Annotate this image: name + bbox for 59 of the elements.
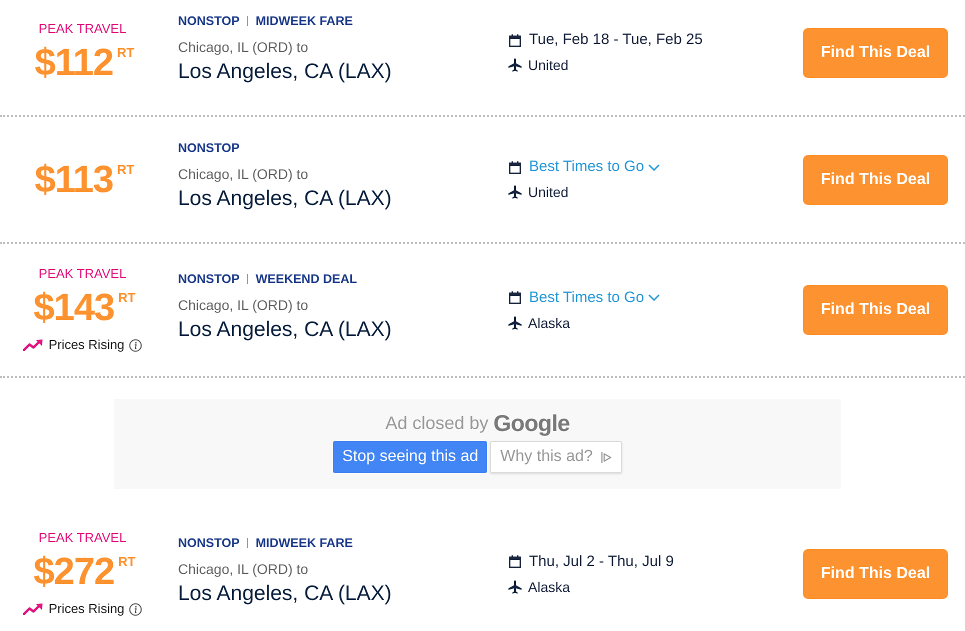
chevron-down-icon <box>648 294 660 301</box>
find-deal-button[interactable]: Find This Deal <box>803 285 948 335</box>
fare-type-label: NONSTOP <box>178 534 240 552</box>
stop-seeing-ad-button[interactable]: Stop seeing this ad <box>333 441 488 473</box>
price-text: $112 <box>34 40 114 84</box>
peak-travel-label: PEAK TRAVEL <box>38 266 126 282</box>
destination-text: Los Angeles, CA (LAX) <box>178 59 392 85</box>
calendar-icon <box>509 291 521 304</box>
origin-text: Chicago, IL (ORD) to <box>178 38 308 56</box>
round-trip-label: RT <box>118 291 136 305</box>
round-trip-label: RT <box>117 162 134 176</box>
fare-type-label: MIDWEEK FARE <box>256 534 353 552</box>
fare-type-label: MIDWEEK FARE <box>256 13 353 30</box>
date-range-text: Tue, Feb 18 - Tue, Feb 25 <box>529 30 703 50</box>
airplane-icon <box>508 185 522 199</box>
round-trip-label: RT <box>117 46 134 60</box>
info-icon[interactable] <box>129 338 142 352</box>
calendar-icon <box>509 160 521 174</box>
find-deal-button[interactable]: Find This Deal <box>803 549 948 599</box>
fare-type-label: WEEKEND DEAL <box>256 270 357 288</box>
airplane-icon <box>508 316 522 330</box>
peak-travel-label: PEAK TRAVEL <box>38 530 126 546</box>
date-range-text: Thu, Jul 2 - Thu, Jul 9 <box>529 552 674 572</box>
best-times-dropdown[interactable]: Best Times to Go <box>529 157 660 177</box>
peak-travel-label: PEAK TRAVEL <box>38 20 126 36</box>
airplane-icon <box>508 580 522 594</box>
find-deal-button[interactable]: Find This Deal <box>803 28 948 78</box>
destination-text: Los Angeles, CA (LAX) <box>178 316 392 342</box>
fare-type-label: NONSTOP <box>178 270 240 288</box>
origin-text: Chicago, IL (ORD) to <box>178 560 308 578</box>
price-text: $143 <box>34 286 114 330</box>
airline-name: Alaska <box>528 314 570 332</box>
airline-name: United <box>528 56 568 75</box>
fare-type-label: NONSTOP <box>178 140 240 157</box>
price-text: $272 <box>34 550 114 594</box>
google-wordmark: Google <box>493 410 570 436</box>
calendar-icon <box>509 34 521 46</box>
calendar-icon <box>509 555 521 568</box>
destination-text: Los Angeles, CA (LAX) <box>178 580 392 606</box>
airline-name: United <box>528 183 568 202</box>
trend-up-icon <box>22 339 43 351</box>
trend-up-icon <box>22 603 43 615</box>
fare-type-label: NONSTOP <box>178 13 240 30</box>
info-icon[interactable] <box>129 602 142 616</box>
play-icon <box>600 450 612 464</box>
best-times-dropdown[interactable]: Best Times to Go <box>529 288 660 308</box>
destination-text: Los Angeles, CA (LAX) <box>178 186 392 212</box>
find-deal-button[interactable]: Find This Deal <box>803 154 948 204</box>
prices-rising-label: Prices Rising <box>48 600 124 618</box>
ad-closed-text: Ad closed by <box>385 412 488 435</box>
airline-name: Alaska <box>528 578 570 596</box>
origin-text: Chicago, IL (ORD) to <box>178 296 308 314</box>
airplane-icon <box>508 58 522 72</box>
price-text: $113 <box>34 158 114 202</box>
origin-text: Chicago, IL (ORD) to <box>178 165 308 183</box>
why-this-ad-button[interactable]: Why this ad? <box>490 441 622 473</box>
chevron-down-icon <box>648 164 660 170</box>
prices-rising-label: Prices Rising <box>48 336 124 354</box>
round-trip-label: RT <box>118 555 136 569</box>
